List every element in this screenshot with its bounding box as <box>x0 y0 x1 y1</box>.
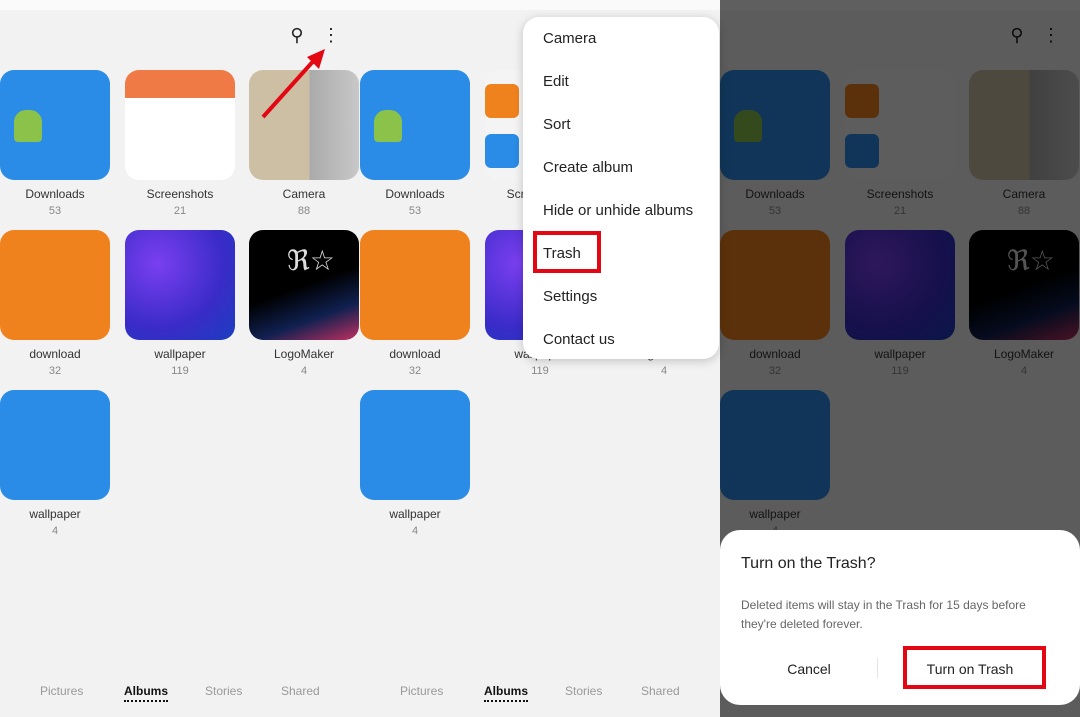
album-count: 53 <box>408 205 422 217</box>
menu-item-settings[interactable]: Settings <box>543 288 597 305</box>
cancel-button[interactable]: Cancel <box>768 661 850 677</box>
more-vertical-icon[interactable]: ⋮ <box>320 24 342 46</box>
android-icon <box>374 110 402 142</box>
album-count: 4 <box>411 525 419 537</box>
album-count: 53 <box>48 205 62 217</box>
album-count: 4 <box>660 365 668 377</box>
album-count: 4 <box>300 365 308 377</box>
album-name: wallpaper <box>389 507 441 521</box>
red-arrow-annotation <box>261 49 325 119</box>
android-icon <box>14 110 42 142</box>
album-name: download <box>389 347 441 361</box>
tab-shared[interactable]: Shared <box>281 684 320 698</box>
album-thumbnail[interactable] <box>360 70 470 180</box>
album-name: download <box>29 347 81 361</box>
album-count: 21 <box>173 205 187 217</box>
album-thumbnail[interactable] <box>125 230 235 340</box>
album-name: Camera <box>282 187 326 201</box>
button-divider <box>877 658 878 678</box>
album-thumbnail[interactable] <box>360 390 470 500</box>
tab-pictures[interactable]: Pictures <box>400 684 443 698</box>
dialog-message: Deleted items will stay in the Trash for… <box>741 598 1026 631</box>
menu-item-camera[interactable]: Camera <box>543 30 596 47</box>
album-name: Downloads <box>25 187 85 201</box>
album-thumbnail[interactable] <box>360 230 470 340</box>
album-count: 88 <box>297 205 311 217</box>
album-count: 4 <box>51 525 59 537</box>
menu-item-create-album[interactable]: Create album <box>543 159 633 176</box>
album-thumbnail[interactable] <box>0 230 110 340</box>
album-thumbnail[interactable] <box>0 70 110 180</box>
album-count: 119 <box>171 365 189 377</box>
album-name: Downloads <box>385 187 445 201</box>
album-thumbnail[interactable] <box>125 70 235 180</box>
album-name: wallpaper <box>154 347 206 361</box>
album-count: 32 <box>48 365 62 377</box>
tab-albums[interactable]: Albums <box>124 684 169 702</box>
search-icon[interactable]: ⚲ <box>286 24 308 46</box>
status-strip <box>0 0 360 10</box>
logo-glyph: ℜ☆ <box>287 244 335 277</box>
album-name: LogoMaker <box>273 347 335 361</box>
more-options-menu: Camera Edit Sort Create album Hide or un… <box>523 17 719 359</box>
album-count: 32 <box>408 365 422 377</box>
tab-shared[interactable]: Shared <box>641 684 680 698</box>
tab-stories[interactable]: Stories <box>565 684 602 698</box>
album-name: Screenshots <box>146 187 214 201</box>
album-name: wallpaper <box>29 507 81 521</box>
menu-item-hide-unhide-albums[interactable]: Hide or unhide albums <box>543 202 693 219</box>
tab-pictures[interactable]: Pictures <box>40 684 83 698</box>
album-thumbnail[interactable] <box>0 390 110 500</box>
menu-item-sort[interactable]: Sort <box>543 116 571 133</box>
tab-stories[interactable]: Stories <box>205 684 242 698</box>
dialog-title: Turn on the Trash? <box>741 555 876 572</box>
album-thumbnail[interactable]: ℜ☆ <box>249 230 359 340</box>
menu-item-contact-us[interactable]: Contact us <box>543 331 615 348</box>
trash-highlight-box <box>533 231 601 273</box>
tab-albums[interactable]: Albums <box>484 684 529 702</box>
status-strip <box>360 0 720 10</box>
turn-on-trash-highlight-box <box>903 646 1046 689</box>
album-count: 119 <box>531 365 549 377</box>
menu-item-edit[interactable]: Edit <box>543 73 569 90</box>
